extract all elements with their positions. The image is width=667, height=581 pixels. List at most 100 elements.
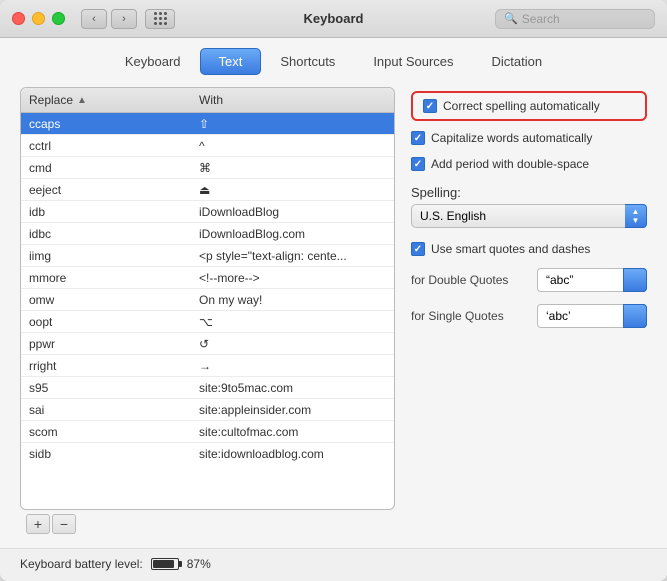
- replace-cell: ccaps: [21, 115, 191, 133]
- table-header: Replace ▲ With: [21, 88, 394, 113]
- replace-cell: sidb: [21, 445, 191, 463]
- double-quotes-label: for Double Quotes: [411, 273, 531, 287]
- dots-icon: [154, 12, 167, 25]
- capitalize-checkbox[interactable]: [411, 131, 425, 145]
- replace-cell: rright: [21, 357, 191, 375]
- with-cell: ⇧: [191, 115, 394, 133]
- battery-label: Keyboard battery level:: [20, 557, 143, 571]
- spelling-select[interactable]: U.S. English Automatic by Language: [411, 204, 647, 228]
- double-quotes-select-wrapper: “abc” "abc" ▲ ▼: [537, 268, 647, 292]
- single-quotes-select[interactable]: ‘abc’ 'abc': [537, 304, 647, 328]
- double-quotes-select[interactable]: “abc” "abc": [537, 268, 647, 292]
- replace-header: Replace ▲: [21, 88, 191, 112]
- table-panel: Replace ▲ With ccaps ⇧ cctrl ^: [20, 87, 395, 538]
- with-cell: site:idownloadblog.com: [191, 445, 394, 463]
- close-button[interactable]: [12, 12, 25, 25]
- keyboard-window: ‹ › Keyboard 🔍 Keyboard Text Shortcuts I…: [0, 0, 667, 581]
- dots-button[interactable]: [145, 9, 175, 29]
- tab-input-sources[interactable]: Input Sources: [354, 48, 472, 75]
- table-row[interactable]: s95 site:9to5mac.com: [21, 377, 394, 399]
- with-cell: site:appleinsider.com: [191, 401, 394, 419]
- add-period-checkbox[interactable]: [411, 157, 425, 171]
- table-row[interactable]: scom site:cultofmac.com: [21, 421, 394, 443]
- with-cell: site:cultofmac.com: [191, 423, 394, 441]
- traffic-lights: [12, 12, 65, 25]
- replace-cell: idbc: [21, 225, 191, 243]
- replace-cell: eeject: [21, 181, 191, 199]
- single-quotes-select-wrapper: ‘abc’ 'abc' ▲ ▼: [537, 304, 647, 328]
- spelling-section: Spelling: U.S. English Automatic by Lang…: [411, 185, 647, 228]
- right-panel: Correct spelling automatically Capitaliz…: [411, 87, 647, 538]
- replace-cell: ppwr: [21, 335, 191, 353]
- battery-icon: [151, 558, 179, 570]
- forward-button[interactable]: ›: [111, 9, 137, 29]
- text-replacement-table: Replace ▲ With ccaps ⇧ cctrl ^: [20, 87, 395, 510]
- table-row[interactable]: ppwr ↺: [21, 333, 394, 355]
- with-cell: <!--more-->: [191, 269, 394, 287]
- add-period-label: Add period with double-space: [431, 157, 589, 171]
- tab-keyboard[interactable]: Keyboard: [106, 48, 200, 75]
- table-row[interactable]: sidb site:idownloadblog.com: [21, 443, 394, 463]
- replace-cell: oopt: [21, 313, 191, 331]
- table-row[interactable]: rright →: [21, 355, 394, 377]
- table-row[interactable]: sai site:appleinsider.com: [21, 399, 394, 421]
- tab-dictation[interactable]: Dictation: [473, 48, 562, 75]
- table-row[interactable]: iimg <p style="text-align: cente...: [21, 245, 394, 267]
- with-cell: →: [191, 357, 394, 375]
- tab-shortcuts[interactable]: Shortcuts: [261, 48, 354, 75]
- maximize-button[interactable]: [52, 12, 65, 25]
- tab-text[interactable]: Text: [200, 48, 262, 75]
- main-content: Replace ▲ With ccaps ⇧ cctrl ^: [0, 75, 667, 548]
- table-row[interactable]: cmd ⌘: [21, 157, 394, 179]
- table-row[interactable]: ccaps ⇧: [21, 113, 394, 135]
- table-row[interactable]: mmore <!--more-->: [21, 267, 394, 289]
- with-cell: ^: [191, 137, 394, 155]
- search-icon: 🔍: [504, 12, 518, 25]
- with-cell: ⌘: [191, 159, 394, 177]
- table-row[interactable]: oopt ⌥: [21, 311, 394, 333]
- add-row-button[interactable]: +: [26, 514, 50, 534]
- single-quotes-label: for Single Quotes: [411, 309, 531, 323]
- replace-cell: cctrl: [21, 137, 191, 155]
- bottom-bar: Keyboard battery level: 87%: [0, 548, 667, 581]
- spelling-section-label: Spelling:: [411, 185, 647, 200]
- table-row[interactable]: omw On my way!: [21, 289, 394, 311]
- smart-quotes-checkbox[interactable]: [411, 242, 425, 256]
- table-body[interactable]: ccaps ⇧ cctrl ^ cmd ⌘ eeject ⏏: [21, 113, 394, 463]
- nav-buttons: ‹ ›: [81, 9, 137, 29]
- with-cell: ⌥: [191, 313, 394, 331]
- table-row[interactable]: eeject ⏏: [21, 179, 394, 201]
- replace-cell: s95: [21, 379, 191, 397]
- search-box[interactable]: 🔍: [495, 9, 655, 29]
- with-cell: iDownloadBlog.com: [191, 225, 394, 243]
- tabbar: Keyboard Text Shortcuts Input Sources Di…: [0, 38, 667, 75]
- with-header: With: [191, 88, 394, 112]
- replace-cell: cmd: [21, 159, 191, 177]
- with-cell: <p style="text-align: cente...: [191, 247, 394, 265]
- battery-fill: [153, 560, 174, 568]
- table-row[interactable]: idbc iDownloadBlog.com: [21, 223, 394, 245]
- correct-spelling-checkbox[interactable]: [423, 99, 437, 113]
- search-input[interactable]: [522, 12, 646, 26]
- table-row[interactable]: idb iDownloadBlog: [21, 201, 394, 223]
- double-quotes-row: for Double Quotes “abc” "abc" ▲ ▼: [411, 268, 647, 292]
- remove-row-button[interactable]: −: [52, 514, 76, 534]
- with-cell: iDownloadBlog: [191, 203, 394, 221]
- titlebar: ‹ › Keyboard 🔍: [0, 0, 667, 38]
- spelling-select-wrapper: U.S. English Automatic by Language ▲ ▼: [411, 204, 647, 228]
- replace-cell: iimg: [21, 247, 191, 265]
- smart-quotes-label: Use smart quotes and dashes: [431, 242, 590, 256]
- minimize-button[interactable]: [32, 12, 45, 25]
- smart-quotes-row: Use smart quotes and dashes: [411, 242, 647, 256]
- sort-arrow-icon: ▲: [77, 95, 87, 106]
- with-cell: On my way!: [191, 291, 394, 309]
- battery-percent: 87%: [187, 557, 211, 571]
- battery-body: [151, 558, 179, 570]
- replace-cell: sai: [21, 401, 191, 419]
- table-row[interactable]: cctrl ^: [21, 135, 394, 157]
- back-button[interactable]: ‹: [81, 9, 107, 29]
- with-cell: ↺: [191, 335, 394, 353]
- replace-cell: mmore: [21, 269, 191, 287]
- with-cell: ⏏: [191, 181, 394, 199]
- correct-spelling-label: Correct spelling automatically: [443, 99, 600, 113]
